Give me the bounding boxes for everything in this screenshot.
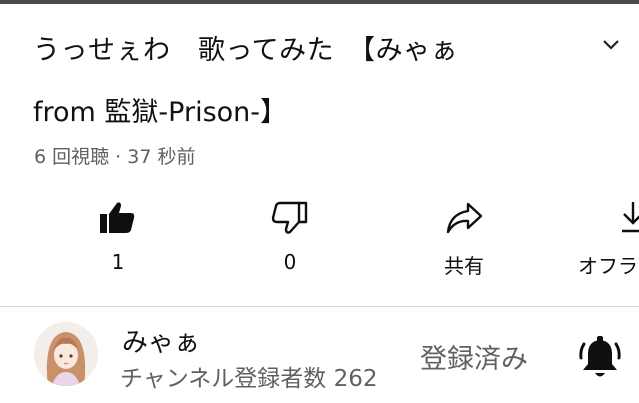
- avatar-illustration: [34, 322, 98, 386]
- video-title-line1: うっせぇわ 歌ってみた 【みゃぁ: [33, 35, 459, 66]
- offline-label: オフラ: [578, 254, 638, 278]
- video-title-line2: from 監獄-Prison-】: [33, 97, 288, 128]
- download-icon: [622, 202, 639, 233]
- share-label: 共有: [444, 254, 484, 278]
- channel-name[interactable]: みゃぁ: [122, 322, 200, 359]
- video-progress-bar[interactable]: [0, 0, 639, 4]
- subscribed-button[interactable]: 登録済み: [420, 337, 528, 376]
- share-arrow-icon: [446, 202, 483, 234]
- subscriber-count: チャンネル登録者数 262: [120, 366, 378, 392]
- section-divider: [0, 306, 639, 307]
- like-count: 1: [111, 250, 125, 274]
- chevron-down-icon: [603, 40, 619, 50]
- notification-bell-icon: [579, 336, 621, 377]
- expand-description-button[interactable]: [596, 30, 626, 60]
- notification-bell-button[interactable]: [578, 334, 622, 380]
- share-button[interactable]: 共有: [424, 198, 504, 279]
- like-button[interactable]: 1: [78, 198, 158, 274]
- channel-avatar[interactable]: [34, 322, 98, 386]
- dislike-button[interactable]: 0: [250, 198, 330, 274]
- dislike-count: 0: [283, 250, 297, 274]
- offline-download-button[interactable]: オフラ: [578, 198, 639, 279]
- view-count-and-time: 6 回視聴 · 37 秒前: [34, 146, 196, 168]
- thumbs-up-filled-icon: [100, 202, 135, 233]
- thumbs-down-icon: [271, 201, 308, 234]
